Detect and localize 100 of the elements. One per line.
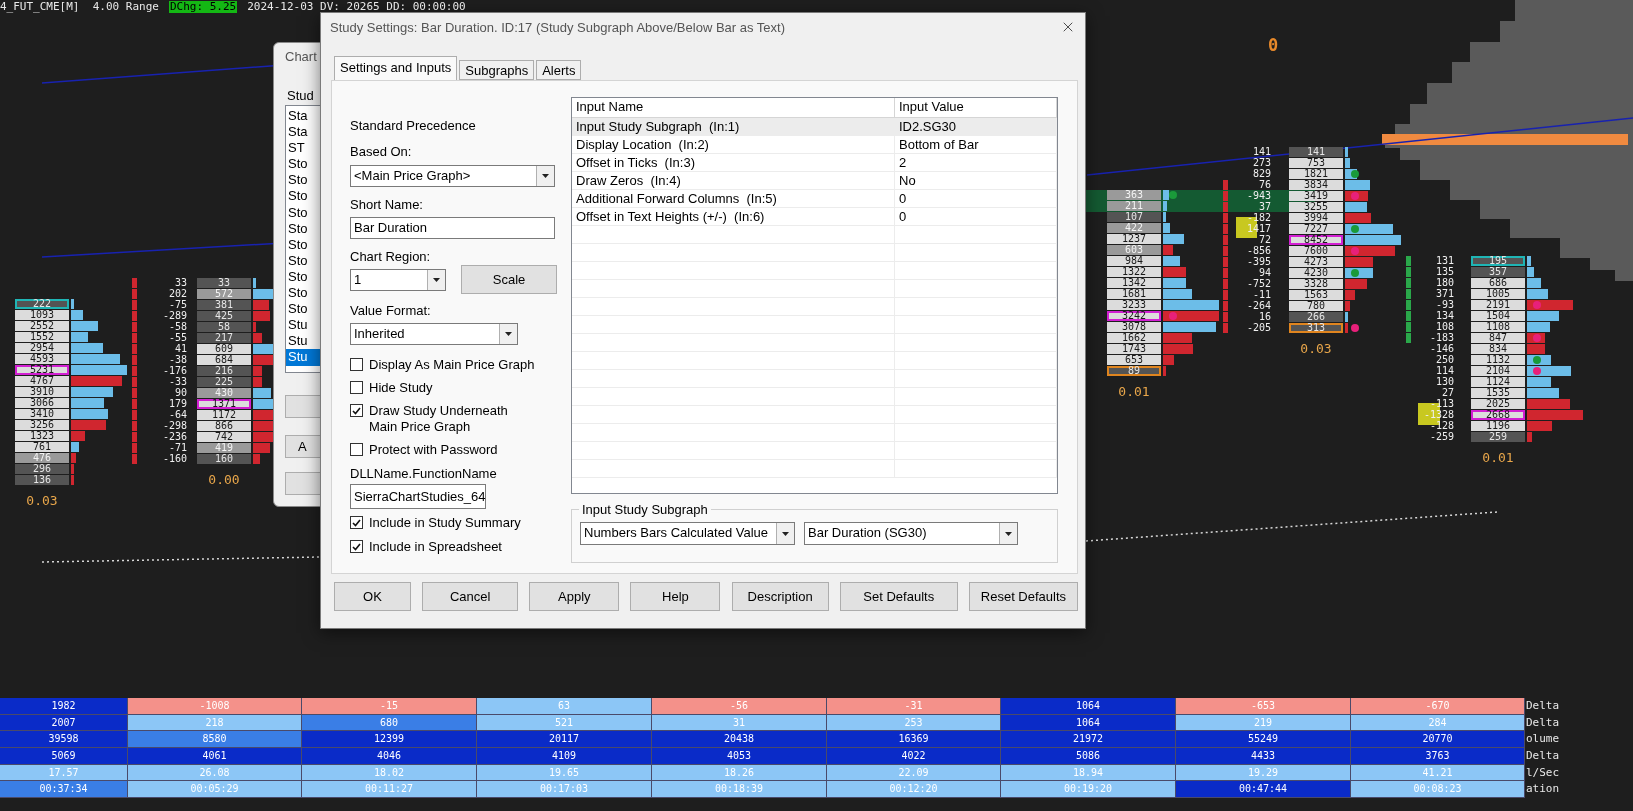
dropdown[interactable]: <Main Price Graph> bbox=[350, 165, 555, 187]
field-label: Stud bbox=[287, 88, 314, 103]
dropdown-arrow-icon bbox=[542, 174, 549, 178]
column-header[interactable]: Input Value bbox=[895, 98, 1057, 117]
checkbox[interactable] bbox=[350, 358, 363, 371]
list-item[interactable]: Sto bbox=[286, 156, 320, 173]
dialog-button[interactable]: Reset Defaults bbox=[968, 582, 1078, 611]
list-item[interactable]: Sto bbox=[286, 188, 320, 205]
dropdown[interactable]: Inherited bbox=[350, 323, 518, 345]
list-item[interactable]: ST bbox=[286, 140, 320, 157]
dropdown[interactable]: 1 bbox=[350, 268, 446, 291]
checkbox[interactable] bbox=[350, 404, 363, 417]
tab[interactable]: Subgraphs bbox=[459, 60, 535, 80]
list-item[interactable]: Stu bbox=[286, 349, 320, 366]
field-label: Based On: bbox=[350, 144, 413, 160]
volume-cell: 3066 bbox=[15, 398, 69, 408]
delta-value: 41 bbox=[173, 344, 187, 354]
change-badge: DChg: 5.25 bbox=[168, 1, 238, 13]
field-label: Chart Region: bbox=[350, 249, 432, 265]
input-field[interactable]: Bar Duration bbox=[350, 217, 555, 239]
dropdown-arrow-icon bbox=[433, 277, 440, 282]
dialog-button[interactable]: Cancel bbox=[422, 582, 519, 611]
list-item[interactable]: Stu bbox=[286, 333, 320, 350]
delta-value: -298 bbox=[161, 421, 187, 431]
list-item[interactable]: Sto bbox=[286, 268, 320, 286]
volume-cell: 1124 bbox=[1471, 377, 1525, 387]
table-cell: 0 bbox=[895, 208, 1057, 225]
volume-cell: 381 bbox=[197, 300, 251, 310]
dialog-button[interactable]: Set Defaults bbox=[839, 582, 958, 611]
volume-cell: 1322 bbox=[1107, 267, 1161, 277]
volume-cell: 3410 bbox=[15, 409, 69, 419]
delta-value: 94 bbox=[1257, 268, 1271, 278]
dialog-button[interactable]: Help bbox=[630, 582, 721, 611]
check-icon bbox=[352, 518, 361, 527]
volume-cell: 58 bbox=[197, 322, 251, 332]
list-item[interactable]: Sto bbox=[286, 172, 320, 189]
dialog-button[interactable]: Apply bbox=[529, 582, 620, 611]
volume-cell: 476 bbox=[15, 453, 69, 463]
table-row[interactable]: Input Study Subgraph (In:1) ID2.SG30 bbox=[572, 118, 1057, 136]
volume-cell: 1681 bbox=[1107, 289, 1161, 299]
volume-cell: 4230 bbox=[1289, 268, 1343, 278]
volume-cell: 3233 bbox=[1107, 300, 1161, 310]
volume-cell: 4767 bbox=[15, 376, 69, 386]
table-cell: 00:12:20 bbox=[827, 781, 1001, 798]
window-title: Study Settings: Bar Duration. ID:17 (Study Subgraph Above/Below Bar as Text) bbox=[330, 19, 785, 35]
list-item[interactable]: Sto bbox=[286, 204, 320, 221]
volume-cell: 653 bbox=[1107, 355, 1161, 365]
list-item[interactable]: Sto bbox=[286, 236, 320, 253]
list-item[interactable]: Sto bbox=[286, 252, 320, 269]
checkbox[interactable] bbox=[350, 516, 363, 529]
table-cell: 8580 bbox=[128, 731, 302, 748]
dialog-button[interactable] bbox=[285, 395, 321, 418]
dropdown-arrow-icon bbox=[505, 332, 512, 336]
list-item[interactable]: Sta bbox=[286, 108, 320, 125]
table-cell: Offset in Ticks (In:3) bbox=[572, 154, 895, 171]
check-icon bbox=[352, 542, 361, 551]
table-row[interactable]: Display Location (In:2) Bottom of Bar bbox=[572, 136, 1057, 154]
delta-value: -71 bbox=[167, 443, 187, 453]
checkbox[interactable] bbox=[350, 381, 363, 394]
table-cell: Input Study Subgraph (In:1) bbox=[572, 118, 895, 135]
volume-cell: 3256 bbox=[15, 420, 69, 430]
delta-value: -11 bbox=[1251, 290, 1271, 300]
volume-cell: 3994 bbox=[1289, 213, 1343, 223]
volume-cell: 222 bbox=[15, 299, 69, 309]
table-cell: 21972 bbox=[1001, 731, 1176, 748]
delta-value: 108 bbox=[1434, 322, 1454, 332]
tab[interactable]: Settings and Inputs bbox=[334, 56, 458, 80]
column-header[interactable]: Input Name bbox=[572, 98, 895, 117]
field-label: DLLName.FunctionName bbox=[350, 466, 498, 482]
list-item[interactable]: Stu bbox=[286, 317, 320, 334]
volume-cell: 357 bbox=[1471, 267, 1525, 277]
dropdown[interactable]: Bar Duration (SG30) bbox=[804, 522, 1018, 545]
volume-cell: 1093 bbox=[15, 310, 69, 320]
scale-button[interactable]: Scale bbox=[461, 265, 557, 294]
table-row[interactable]: Offset in Text Heights (+/-) (In:6) 0 bbox=[572, 208, 1057, 226]
table-row[interactable]: Additional Forward Columns (In:5) 0 bbox=[572, 190, 1057, 208]
bar-statistic-value: 0.03 bbox=[25, 494, 59, 508]
checkbox[interactable] bbox=[350, 540, 363, 553]
table-cell: 0 bbox=[895, 190, 1057, 207]
list-item[interactable]: Sto bbox=[286, 301, 320, 318]
input-field[interactable]: SierraChartStudies_64 bbox=[350, 484, 486, 509]
volume-cell: 216 bbox=[197, 366, 251, 376]
volume-cell: 684 bbox=[197, 355, 251, 365]
dialog-button[interactable] bbox=[285, 472, 321, 495]
delta-value: -128 bbox=[1428, 421, 1454, 431]
volume-cell: 603 bbox=[1107, 245, 1161, 255]
list-item[interactable]: Sta bbox=[286, 124, 320, 141]
group-title: Input Study Subgraph bbox=[579, 502, 711, 517]
dialog-button[interactable]: Description bbox=[731, 582, 829, 611]
table-row[interactable]: Offset in Ticks (In:3) 2 bbox=[572, 154, 1057, 172]
table-row[interactable]: Draw Zeros (In:4) No bbox=[572, 172, 1057, 190]
list-item[interactable]: Sto bbox=[286, 285, 320, 302]
list-item[interactable]: Sto bbox=[286, 220, 320, 237]
volume-cell: 1371 bbox=[197, 399, 251, 409]
volume-cell: 7227 bbox=[1289, 224, 1343, 234]
tab[interactable]: Alerts bbox=[536, 60, 582, 80]
dialog-button[interactable]: A bbox=[285, 435, 321, 458]
dropdown[interactable]: Numbers Bars Calculated Value bbox=[580, 522, 795, 545]
dialog-button[interactable]: OK bbox=[334, 582, 411, 611]
checkbox[interactable] bbox=[350, 443, 363, 456]
